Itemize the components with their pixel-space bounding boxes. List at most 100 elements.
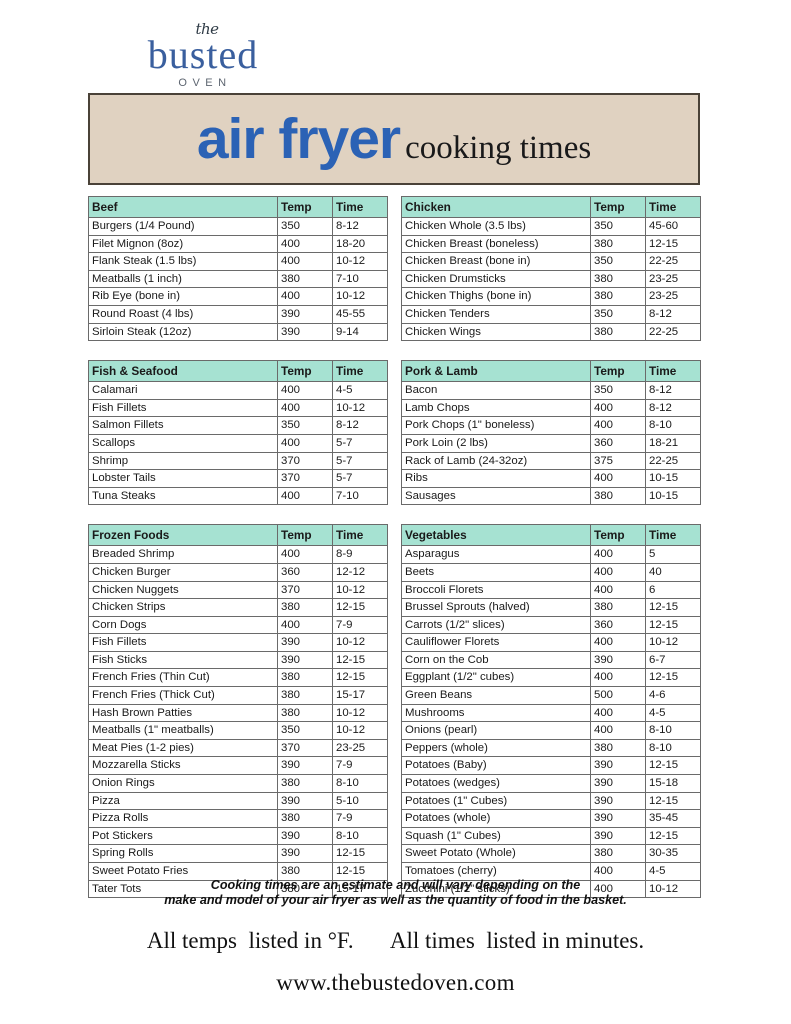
cell-time: 30-35 xyxy=(645,844,701,863)
cell-time: 12-15 xyxy=(645,668,701,688)
cell-food-name: Asparagus xyxy=(401,545,591,564)
cell-temp: 400 xyxy=(277,381,333,400)
table-title-pork-lamb: Pork & Lamb xyxy=(401,360,591,383)
table-header-row: Chicken Temp Time xyxy=(401,196,701,218)
cell-temp: 400 xyxy=(590,580,646,600)
cell-time: 8-12 xyxy=(332,416,388,435)
cell-time: 9-14 xyxy=(332,322,388,342)
cell-food-name: Chicken Nuggets xyxy=(88,580,278,600)
disclaimer-line-2: make and model of your air fryer as well… xyxy=(164,893,627,907)
cell-food-name: Chicken Breast (boneless) xyxy=(401,234,591,254)
table-row: Chicken Breast (bone in) 350 22-25 xyxy=(401,252,701,271)
page-footer: Cooking times are an estimate and will v… xyxy=(0,878,791,996)
cell-temp: 390 xyxy=(277,650,333,670)
cell-time: 5 xyxy=(645,545,701,564)
cell-temp: 390 xyxy=(590,809,646,828)
cell-time: 8-10 xyxy=(645,738,701,758)
cell-time: 22-25 xyxy=(645,451,701,471)
cell-food-name: Chicken Wings xyxy=(401,322,591,342)
table-row: Potatoes (1" Cubes) 390 12-15 xyxy=(401,791,701,811)
cell-food-name: Potatoes (Baby) xyxy=(401,756,591,776)
cell-food-name: Green Beans xyxy=(401,686,591,705)
cell-food-name: Onion Rings xyxy=(88,774,278,793)
column-header-time: Time xyxy=(645,196,701,218)
cell-time: 10-12 xyxy=(332,398,388,418)
table-frozen-foods: Frozen Foods Temp Time Breaded Shrimp 400 8-9… xyxy=(88,524,388,899)
disclaimer-line-1: Cooking times are an estimate and will v… xyxy=(210,878,581,892)
cell-time: 23-25 xyxy=(645,287,701,306)
cell-temp: 380 xyxy=(277,809,333,828)
cell-temp: 400 xyxy=(590,668,646,688)
table-beef: Beef Temp Time Burgers (1/4 Pound) 350 8-12 Fi… xyxy=(88,196,388,342)
cell-time: 7-9 xyxy=(332,756,388,776)
cell-time: 22-25 xyxy=(645,322,701,342)
cell-time: 12-15 xyxy=(645,615,701,635)
cell-time: 6 xyxy=(645,580,701,600)
column-header-time: Time xyxy=(645,524,701,547)
cell-temp: 500 xyxy=(590,686,646,705)
cell-temp: 400 xyxy=(590,398,646,418)
table-row: Onion Rings 380 8-10 xyxy=(88,774,388,793)
cell-temp: 390 xyxy=(277,633,333,652)
cell-food-name: Pot Stickers xyxy=(88,826,278,846)
cell-food-name: Mushrooms xyxy=(401,703,591,723)
cell-time: 10-12 xyxy=(332,252,388,271)
table-row: Chicken Nuggets 370 10-12 xyxy=(88,580,388,600)
cell-time: 10-12 xyxy=(332,721,388,740)
cell-time: 12-15 xyxy=(645,756,701,776)
cell-time: 12-15 xyxy=(332,668,388,688)
cell-time: 5-7 xyxy=(332,451,388,471)
table-row: Filet Mignon (8oz) 400 18-20 xyxy=(88,234,388,254)
cell-time: 8-12 xyxy=(645,304,701,324)
cell-temp: 380 xyxy=(590,269,646,289)
cell-time: 10-12 xyxy=(645,633,701,652)
table-row: Meatballs (1 inch) 380 7-10 xyxy=(88,269,388,289)
table-header-row: Beef Temp Time xyxy=(88,196,388,218)
table-vegetables: Vegetables Temp Time Asparagus 400 5 Beets 400 4… xyxy=(401,524,701,899)
cell-food-name: Lobster Tails xyxy=(88,469,278,488)
table-row: Rib Eye (bone in) 400 10-12 xyxy=(88,287,388,306)
table-title-chicken: Chicken xyxy=(401,196,591,218)
cooking-times-grid: Beef Temp Time Burgers (1/4 Pound) 350 8-12 Fi… xyxy=(88,196,701,917)
cell-food-name: Spring Rolls xyxy=(88,844,278,863)
cell-food-name: Meatballs (1" meatballs) xyxy=(88,721,278,740)
table-row: Beets 400 40 xyxy=(401,562,701,582)
banner-title-sub: cooking times xyxy=(405,129,592,166)
air-fryer-cooking-times-page: the busted OVEN air fryer cooking times … xyxy=(0,0,791,1024)
cell-food-name: Bacon xyxy=(401,381,591,400)
table-row: Shrimp 370 5-7 xyxy=(88,451,388,471)
cell-food-name: Potatoes (whole) xyxy=(401,809,591,828)
cell-time: 22-25 xyxy=(645,252,701,271)
website-url[interactable]: www.thebustedoven.com xyxy=(0,970,791,996)
cell-temp: 380 xyxy=(277,774,333,793)
cell-time: 7-9 xyxy=(332,615,388,635)
cell-food-name: Sirloin Steak (12oz) xyxy=(88,322,278,342)
table-row: Mozzarella Sticks 390 7-9 xyxy=(88,756,388,776)
table-row: Scallops 400 5-7 xyxy=(88,433,388,453)
cell-time: 23-25 xyxy=(645,269,701,289)
table-row: Broccoli Florets 400 6 xyxy=(401,580,701,600)
cell-temp: 375 xyxy=(590,451,646,471)
cell-food-name: Meat Pies (1-2 pies) xyxy=(88,738,278,758)
cell-temp: 350 xyxy=(590,304,646,324)
cell-time: 23-25 xyxy=(332,738,388,758)
table-header-row: Fish & Seafood Temp Time xyxy=(88,360,388,383)
cell-temp: 400 xyxy=(590,469,646,488)
table-row: Corn Dogs 400 7-9 xyxy=(88,615,388,635)
table-row: Chicken Burger 360 12-12 xyxy=(88,562,388,582)
cell-temp: 400 xyxy=(590,703,646,723)
column-header-temp: Temp xyxy=(590,524,646,547)
cell-temp: 360 xyxy=(590,615,646,635)
cell-temp: 400 xyxy=(277,398,333,418)
cell-time: 8-9 xyxy=(332,545,388,564)
cell-food-name: Chicken Strips xyxy=(88,598,278,617)
table-row: Ribs 400 10-15 xyxy=(401,469,701,488)
cell-temp: 400 xyxy=(277,615,333,635)
table-row: Meatballs (1" meatballs) 350 10-12 xyxy=(88,721,388,740)
cell-food-name: Fish Sticks xyxy=(88,650,278,670)
cell-temp: 390 xyxy=(277,826,333,846)
table-row: Squash (1" Cubes) 390 12-15 xyxy=(401,826,701,846)
cell-time: 4-5 xyxy=(332,381,388,400)
cell-temp: 350 xyxy=(590,381,646,400)
table-row: Carrots (1/2" slices) 360 12-15 xyxy=(401,615,701,635)
